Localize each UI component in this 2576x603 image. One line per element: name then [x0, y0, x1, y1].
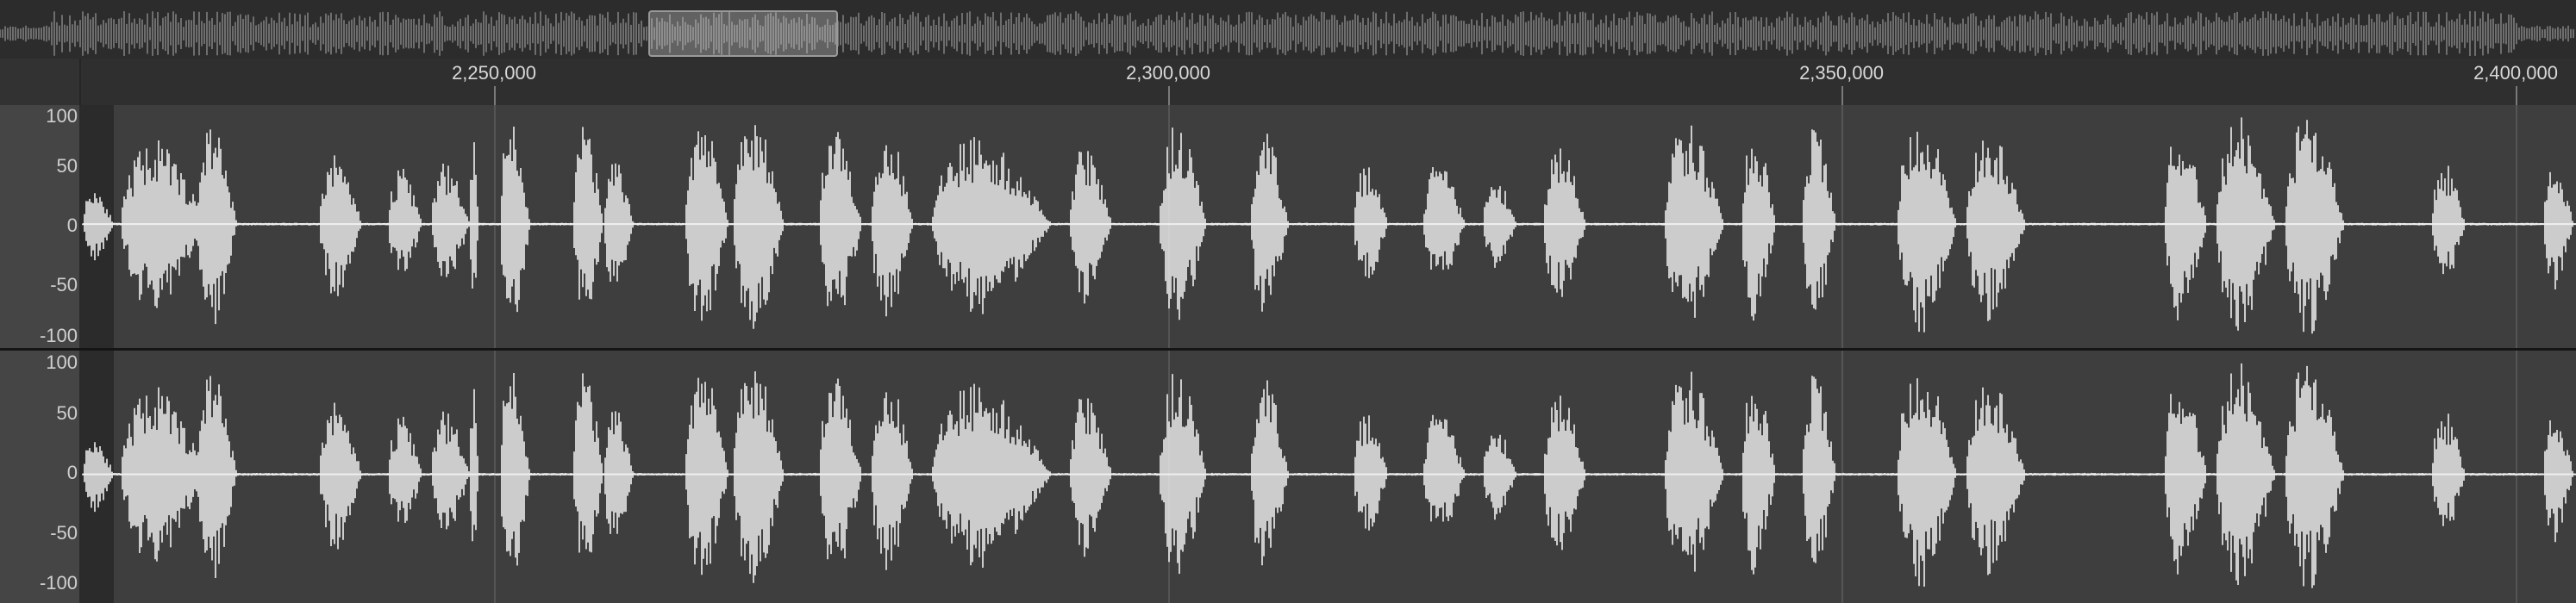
- ruler-label: 2,250,000: [452, 62, 536, 84]
- ruler-label: 2,300,000: [1126, 62, 1210, 84]
- amplitude-label: -50: [50, 274, 78, 295]
- ruler-tick: [494, 86, 496, 105]
- ruler-label: 2,350,000: [1799, 62, 1884, 84]
- amplitude-label: -100: [39, 325, 78, 346]
- overview-waveform[interactable]: [0, 0, 2576, 59]
- waveform-graphic: [82, 117, 2576, 334]
- overview-trace: [0, 11, 2574, 56]
- amplitude-label: 50: [56, 402, 78, 424]
- sample-ruler[interactable]: [0, 59, 2576, 106]
- ruler-tick: [1841, 86, 1843, 105]
- amplitude-label: 50: [56, 155, 78, 177]
- overview-visible-range-handle[interactable]: [648, 10, 838, 57]
- amplitude-label: 0: [66, 462, 78, 483]
- amplitude-label: 0: [66, 214, 78, 236]
- waveform-trace: [82, 117, 2575, 334]
- ruler-label: 2,400,000: [2473, 62, 2558, 84]
- amplitude-label: -50: [50, 522, 78, 544]
- ruler-tick: [2516, 86, 2517, 105]
- ruler-tick: [1168, 86, 1170, 105]
- overview-waveform-graphic: [0, 11, 2574, 56]
- amplitude-label: 100: [46, 351, 78, 373]
- amplitude-label: 100: [46, 105, 78, 127]
- waveform-trace: [82, 363, 2575, 588]
- ruler-gutter: [0, 59, 81, 105]
- amplitude-label: -100: [39, 572, 78, 594]
- waveform-channel-1[interactable]: 100 50 0 -50 -100: [0, 105, 2576, 348]
- waveform-graphic: [82, 363, 2576, 588]
- waveform-channel-2[interactable]: 100 50 0 -50 -100: [0, 351, 2576, 603]
